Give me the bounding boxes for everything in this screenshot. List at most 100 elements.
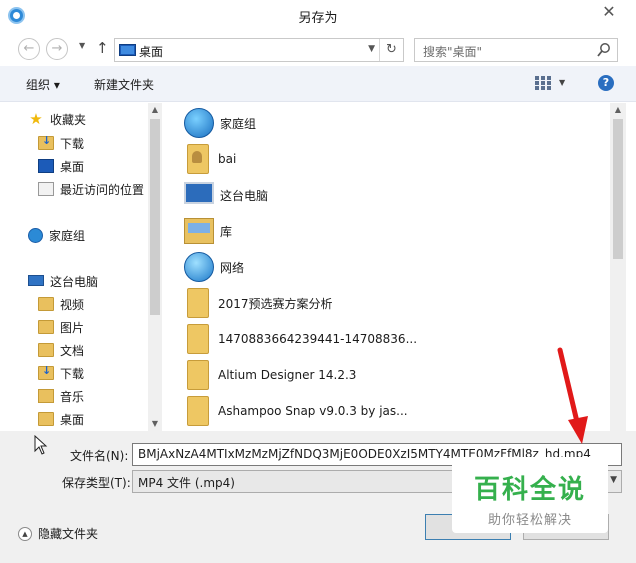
file-name: 网络 bbox=[220, 260, 245, 275]
sidebar-item-documents[interactable]: 文档 bbox=[38, 340, 84, 360]
scrollbar-thumb[interactable] bbox=[150, 119, 160, 315]
file-name: 家庭组 bbox=[220, 116, 257, 131]
network-icon bbox=[184, 252, 214, 282]
list-item-network[interactable]: 网络 bbox=[184, 250, 244, 284]
search-input[interactable]: 搜索"桌面" bbox=[414, 38, 618, 62]
sidebar-item-label: 音乐 bbox=[60, 389, 85, 404]
file-list: 家庭组 bai 这台电脑 库 网络 2017预选赛方案分析 1470883664… bbox=[176, 103, 610, 431]
list-item-this-pc[interactable]: 这台电脑 bbox=[184, 178, 268, 212]
address-text: 桌面 bbox=[139, 45, 164, 59]
watermark-logo: 百科全说 助你轻松解决 bbox=[452, 457, 608, 533]
folder-icon bbox=[187, 396, 209, 426]
list-item-folder[interactable]: Ashampoo Snap v9.0.3 by jas... bbox=[184, 394, 408, 428]
list-item-user-folder[interactable]: bai bbox=[184, 142, 236, 176]
recent-locations-dropdown[interactable]: ▼ bbox=[79, 41, 85, 50]
annotation-arrow-icon bbox=[557, 347, 588, 444]
sidebar-item-label: 这台电脑 bbox=[50, 274, 99, 289]
homegroup-icon bbox=[184, 108, 214, 138]
file-name: bai bbox=[218, 152, 237, 166]
filename-label: 文件名(N): bbox=[70, 449, 129, 463]
navigation-scrollbar[interactable]: ▲ ▼ bbox=[148, 103, 162, 431]
sidebar-item-music[interactable]: 音乐 bbox=[38, 386, 84, 406]
view-options-dropdown[interactable]: ▼ bbox=[559, 78, 565, 87]
sidebar-item-label: 图片 bbox=[60, 320, 85, 335]
list-item-folder[interactable]: 1470883664239441-14708836... bbox=[184, 322, 417, 356]
download-folder-icon bbox=[38, 364, 54, 380]
computer-icon bbox=[28, 274, 44, 286]
scrollbar-thumb[interactable] bbox=[613, 119, 623, 259]
search-icon[interactable] bbox=[597, 42, 611, 58]
sidebar-item-videos[interactable]: 视频 bbox=[38, 294, 84, 314]
hide-folders-toggle[interactable]: ▲ 隐藏文件夹 bbox=[18, 525, 98, 542]
sidebar-item-label: 下载 bbox=[60, 136, 85, 151]
sidebar-item-homegroup[interactable]: 家庭组 bbox=[28, 225, 85, 245]
folder-icon bbox=[187, 360, 209, 390]
mouse-cursor-icon bbox=[34, 435, 48, 455]
hide-folders-label: 隐藏文件夹 bbox=[38, 527, 99, 541]
sidebar-item-label: 家庭组 bbox=[49, 228, 86, 243]
window-title: 另存为 bbox=[298, 11, 338, 26]
help-icon[interactable]: ? bbox=[598, 75, 614, 91]
sidebar-item-this-pc[interactable]: 这台电脑 bbox=[28, 271, 98, 291]
title-bar: 另存为 ✕ bbox=[0, 0, 636, 32]
sidebar-item-pictures[interactable]: 图片 bbox=[38, 317, 84, 337]
sidebar-item-label: 桌面 bbox=[60, 159, 85, 174]
watermark-title: 百科全说 bbox=[473, 475, 586, 505]
desktop-icon bbox=[119, 44, 136, 56]
sidebar-item-label: 最近访问的位置 bbox=[60, 182, 145, 197]
sidebar-item-label: 文档 bbox=[60, 343, 85, 358]
folder-icon bbox=[187, 288, 209, 318]
file-name: Altium Designer 14.2.3 bbox=[218, 368, 357, 382]
new-folder-button[interactable]: 新建文件夹 bbox=[94, 76, 154, 93]
sidebar-item-label: 桌面 bbox=[60, 412, 85, 427]
sidebar-item-downloads-pc[interactable]: 下载 bbox=[38, 363, 84, 383]
filetype-label: 保存类型(T): bbox=[62, 476, 131, 490]
sidebar-item-label: 下载 bbox=[60, 366, 85, 381]
scroll-up-icon[interactable]: ▲ bbox=[613, 105, 623, 114]
chevron-down-icon: ▼ bbox=[610, 475, 617, 485]
file-name: Ashampoo Snap v9.0.3 by jas... bbox=[218, 404, 408, 418]
forward-button[interactable]: → bbox=[46, 38, 68, 60]
homegroup-icon bbox=[28, 227, 43, 243]
desktop-icon bbox=[38, 159, 54, 173]
chevron-down-icon[interactable]: ▼ bbox=[368, 44, 375, 54]
navigation-pane: ★ 收藏夹 下载 桌面 最近访问的位置 家庭组 这台电脑 视频 图片 文档 下载… bbox=[0, 103, 162, 431]
view-grid-icon[interactable] bbox=[534, 75, 552, 91]
recent-places-icon bbox=[38, 182, 54, 196]
computer-icon bbox=[184, 182, 214, 204]
file-list-scrollbar[interactable]: ▲ bbox=[610, 103, 626, 431]
sidebar-item-label: 视频 bbox=[60, 297, 85, 312]
address-bar[interactable]: 桌面 ▼ ↻ bbox=[114, 38, 404, 62]
user-folder-icon bbox=[187, 144, 209, 174]
sidebar-item-desktop[interactable]: 桌面 bbox=[38, 156, 84, 176]
file-name: 1470883664239441-14708836... bbox=[218, 332, 418, 346]
scroll-down-icon[interactable]: ▼ bbox=[150, 419, 160, 428]
sidebar-item-downloads[interactable]: 下载 bbox=[38, 133, 84, 153]
list-item-libraries[interactable]: 库 bbox=[184, 214, 232, 248]
organize-button[interactable]: 组织 ▾ bbox=[26, 76, 60, 93]
chevron-up-icon: ▲ bbox=[18, 526, 32, 541]
download-folder-icon bbox=[38, 134, 54, 150]
sidebar-item-desktop-pc[interactable]: 桌面 bbox=[38, 409, 84, 429]
close-button[interactable]: ✕ bbox=[598, 2, 620, 22]
list-item-homegroup[interactable]: 家庭组 bbox=[184, 106, 256, 140]
sidebar-item-recent[interactable]: 最近访问的位置 bbox=[38, 179, 144, 199]
command-toolbar: 组织 ▾ 新建文件夹 ▼ ? bbox=[0, 66, 636, 102]
list-item-folder[interactable]: 2017预选赛方案分析 bbox=[184, 286, 333, 320]
back-button[interactable]: ← bbox=[18, 38, 40, 60]
up-button[interactable]: ↑ bbox=[96, 39, 109, 57]
star-icon: ★ bbox=[29, 110, 43, 128]
scroll-up-icon[interactable]: ▲ bbox=[150, 105, 160, 114]
refresh-button[interactable]: ↻ bbox=[379, 39, 403, 61]
videos-folder-icon bbox=[38, 297, 54, 311]
search-placeholder: 搜索"桌面" bbox=[423, 45, 483, 59]
navigation-bar: ← → ▼ ↑ 桌面 ▼ ↻ 搜索"桌面" bbox=[0, 32, 636, 66]
libraries-icon bbox=[184, 218, 214, 244]
list-item-folder[interactable]: Altium Designer 14.2.3 bbox=[184, 358, 356, 392]
watermark-subtitle: 助你轻松解决 bbox=[487, 513, 572, 528]
documents-folder-icon bbox=[38, 343, 54, 357]
sidebar-item-favorites[interactable]: ★ 收藏夹 bbox=[28, 109, 86, 129]
sidebar-item-label: 收藏夹 bbox=[50, 112, 87, 127]
pictures-folder-icon bbox=[38, 320, 54, 334]
filetype-value: MP4 文件 (.mp4) bbox=[138, 476, 235, 490]
